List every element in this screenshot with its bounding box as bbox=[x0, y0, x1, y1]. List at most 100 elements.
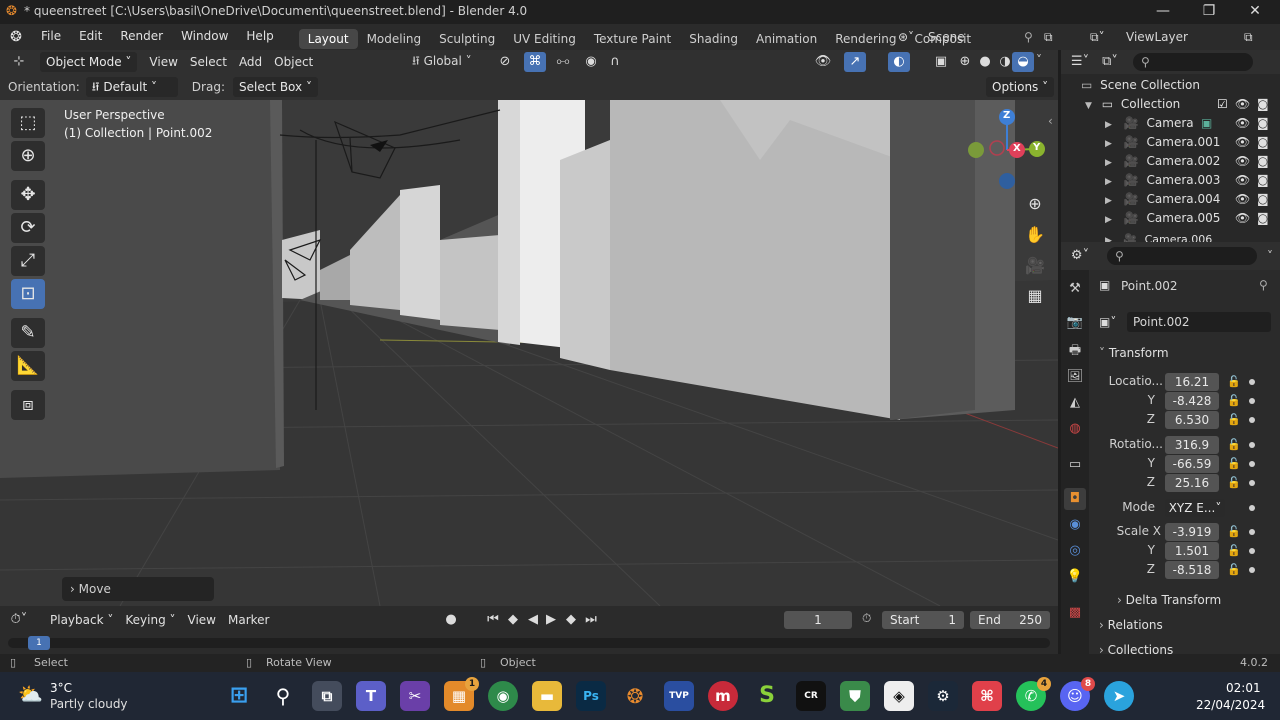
tab-sculpting[interactable]: Sculpting bbox=[430, 29, 504, 49]
sticky-notes-icon[interactable]: ▦ 1 bbox=[444, 677, 479, 711]
display-mode-icon[interactable]: ⧉˅ bbox=[1099, 52, 1121, 72]
scale-x-field[interactable]: -3.919 bbox=[1165, 523, 1219, 541]
shield-icon[interactable]: ⛊ bbox=[840, 681, 870, 711]
app-diamond-icon[interactable]: ◈ bbox=[884, 681, 914, 711]
rotation-y-field[interactable]: -66.59 bbox=[1165, 455, 1219, 473]
collections-panel-header[interactable]: › Collections bbox=[1099, 639, 1271, 654]
new-scene-icon[interactable]: ⧉ bbox=[1044, 30, 1064, 45]
keyframe-dot[interactable] bbox=[1249, 548, 1255, 554]
app-cr-icon[interactable]: CR bbox=[796, 681, 826, 711]
menu-render[interactable]: Render bbox=[111, 24, 172, 50]
close-button[interactable]: ✕ bbox=[1232, 0, 1278, 24]
menu-view[interactable]: View bbox=[143, 52, 183, 72]
snipping-tool-icon[interactable]: ✂ bbox=[400, 681, 430, 711]
texture-tab-icon[interactable]: ▩ bbox=[1064, 602, 1086, 624]
windows-start-icon[interactable]: ⊞ bbox=[224, 681, 254, 711]
visibility-eye-icon[interactable]: 👁 bbox=[1235, 133, 1250, 152]
record-icon[interactable]: ● bbox=[440, 610, 462, 630]
expand-arrow-icon[interactable]: ▶ bbox=[1105, 139, 1112, 149]
visibility-eye-icon[interactable]: 👁 bbox=[1235, 171, 1250, 190]
snap-target-icon[interactable]: ⧟ bbox=[552, 52, 574, 72]
location-x-field[interactable]: 16.21 bbox=[1165, 373, 1219, 391]
minimize-button[interactable]: — bbox=[1140, 0, 1186, 24]
view-layer-tab-icon[interactable]: 🖼 bbox=[1064, 366, 1086, 388]
blender-taskbar-icon[interactable]: ❂ bbox=[620, 681, 650, 711]
outliner-editor-type-icon[interactable]: ☰˅ bbox=[1069, 52, 1091, 72]
render-tab-icon[interactable]: 📷 bbox=[1064, 312, 1086, 334]
object-tab-icon[interactable]: ◘ bbox=[1064, 488, 1086, 510]
menu-help[interactable]: Help bbox=[237, 24, 282, 50]
lock-icon[interactable]: 🔓 bbox=[1227, 438, 1241, 452]
orientation-dropdown[interactable]: ⭿ Default ˅ bbox=[85, 77, 178, 97]
menu-playback[interactable]: Playback ˅ bbox=[44, 610, 119, 630]
lock-icon[interactable]: 🔓 bbox=[1227, 394, 1241, 408]
object-name-field[interactable]: Point.002 bbox=[1127, 312, 1271, 332]
cursor-tool-icon[interactable]: ⊕ bbox=[11, 141, 45, 171]
collection-tab-icon[interactable]: ▭ bbox=[1064, 454, 1086, 476]
rotation-x-field[interactable]: 316.9 bbox=[1165, 436, 1219, 454]
outliner-item[interactable]: ▶ 🎥 Camera ▣ 👁 ◙ bbox=[1061, 114, 1280, 133]
scene-tab-icon[interactable]: ◭ bbox=[1064, 392, 1086, 414]
snap-icon[interactable]: ⌘ bbox=[524, 52, 546, 72]
menu-window[interactable]: Window bbox=[172, 24, 237, 50]
scene-selector[interactable]: ⊛˅ Scene ⚲ ⧉ bbox=[898, 27, 1066, 47]
3d-viewport[interactable]: User Perspective (1) Collection | Point.… bbox=[0, 100, 1058, 606]
expand-arrow-icon[interactable]: ▶ bbox=[1105, 120, 1112, 130]
current-frame-field[interactable]: 1 bbox=[784, 611, 852, 629]
physics-tab-icon[interactable]: ◎ bbox=[1064, 540, 1086, 562]
new-viewlayer-icon[interactable]: ⧉ bbox=[1244, 30, 1264, 45]
file-explorer-icon[interactable]: ▬ bbox=[532, 681, 562, 711]
proportional-edit-icon[interactable]: ◉ bbox=[580, 52, 602, 72]
menu-keying[interactable]: Keying ˅ bbox=[119, 610, 181, 630]
pivot-icon[interactable]: ⊘ bbox=[494, 52, 516, 72]
timeline-editor-type-icon[interactable]: ⏱˅ bbox=[8, 610, 30, 630]
render-camera-icon[interactable]: ◙ bbox=[1257, 190, 1269, 209]
telegram-icon[interactable]: ➤ bbox=[1104, 681, 1134, 711]
pan-hand-icon[interactable]: ✋ bbox=[1021, 221, 1049, 249]
shading-options-chevron-icon[interactable]: ˅ bbox=[1036, 53, 1042, 67]
tab-texture-paint[interactable]: Texture Paint bbox=[585, 29, 680, 49]
sidebar-toggle-chevron-icon[interactable]: ‹ bbox=[1048, 114, 1053, 128]
object-datablock-field[interactable]: ▣˅ Point.002 bbox=[1099, 312, 1271, 332]
tvp-icon[interactable]: TVP bbox=[664, 681, 694, 711]
expand-arrow-icon[interactable]: ▶ bbox=[1105, 215, 1112, 225]
tab-modeling[interactable]: Modeling bbox=[358, 29, 431, 49]
overlays-toggle-icon[interactable]: ◐ bbox=[888, 52, 910, 72]
outliner-item[interactable]: ▶ 🎥 Camera.001 👁 ◙ bbox=[1061, 133, 1280, 152]
start-frame-field[interactable]: Start 1 bbox=[882, 611, 964, 629]
weather-icon[interactable]: ⛅ bbox=[18, 682, 43, 706]
camera-data-icon[interactable]: ▣ bbox=[1201, 114, 1212, 133]
tab-rendering[interactable]: Rendering bbox=[826, 29, 905, 49]
editor-type-icon[interactable]: ⊹ bbox=[8, 52, 30, 72]
visibility-eye-icon[interactable]: 👁 bbox=[1235, 95, 1250, 114]
xray-icon[interactable]: ▣ bbox=[930, 52, 952, 72]
lock-icon[interactable]: 🔓 bbox=[1227, 476, 1241, 490]
jump-end-icon[interactable]: ⏭ bbox=[580, 610, 602, 630]
keyframe-dot[interactable] bbox=[1249, 379, 1255, 385]
transform-orientation-dropdown[interactable]: ⭿ Global ˅ bbox=[412, 52, 472, 73]
ortho-grid-icon[interactable]: ▦ bbox=[1021, 282, 1049, 310]
rotation-z-field[interactable]: 25.16 bbox=[1165, 474, 1219, 492]
app-m-icon[interactable]: m bbox=[708, 681, 738, 711]
keyframe-dot[interactable] bbox=[1249, 567, 1255, 573]
jump-start-icon[interactable]: ⏮ bbox=[482, 610, 504, 630]
rotate-tool-icon[interactable]: ⟳ bbox=[11, 213, 45, 243]
render-camera-icon[interactable]: ◙ bbox=[1257, 114, 1269, 133]
chevron-down-icon[interactable]: ˅ bbox=[1267, 249, 1273, 263]
annotate-tool-icon[interactable]: ✎ bbox=[11, 318, 45, 348]
last-operator-panel[interactable]: › Move bbox=[62, 577, 214, 601]
keyframe-dot[interactable] bbox=[1249, 442, 1255, 448]
tab-shading[interactable]: Shading bbox=[680, 29, 747, 49]
steam-icon[interactable]: ⚙ bbox=[928, 681, 958, 711]
solid-shading-icon[interactable]: ● bbox=[974, 52, 996, 72]
relations-panel-header[interactable]: › Relations bbox=[1099, 614, 1271, 636]
gizmo-toggle-icon[interactable]: ↗ bbox=[844, 52, 866, 72]
tab-layout[interactable]: Layout bbox=[298, 28, 358, 49]
scale-y-field[interactable]: 1.501 bbox=[1165, 542, 1219, 560]
collection-checkbox[interactable]: ☑ bbox=[1217, 95, 1228, 114]
location-y-field[interactable]: -8.428 bbox=[1165, 392, 1219, 410]
delta-transform-subpanel[interactable]: › Delta Transform bbox=[1117, 589, 1280, 611]
whatsapp-icon[interactable]: ✆ 4 bbox=[1016, 677, 1051, 711]
lock-icon[interactable]: 🔓 bbox=[1227, 563, 1241, 577]
transform-tool-icon[interactable]: ⊡ bbox=[11, 279, 45, 309]
